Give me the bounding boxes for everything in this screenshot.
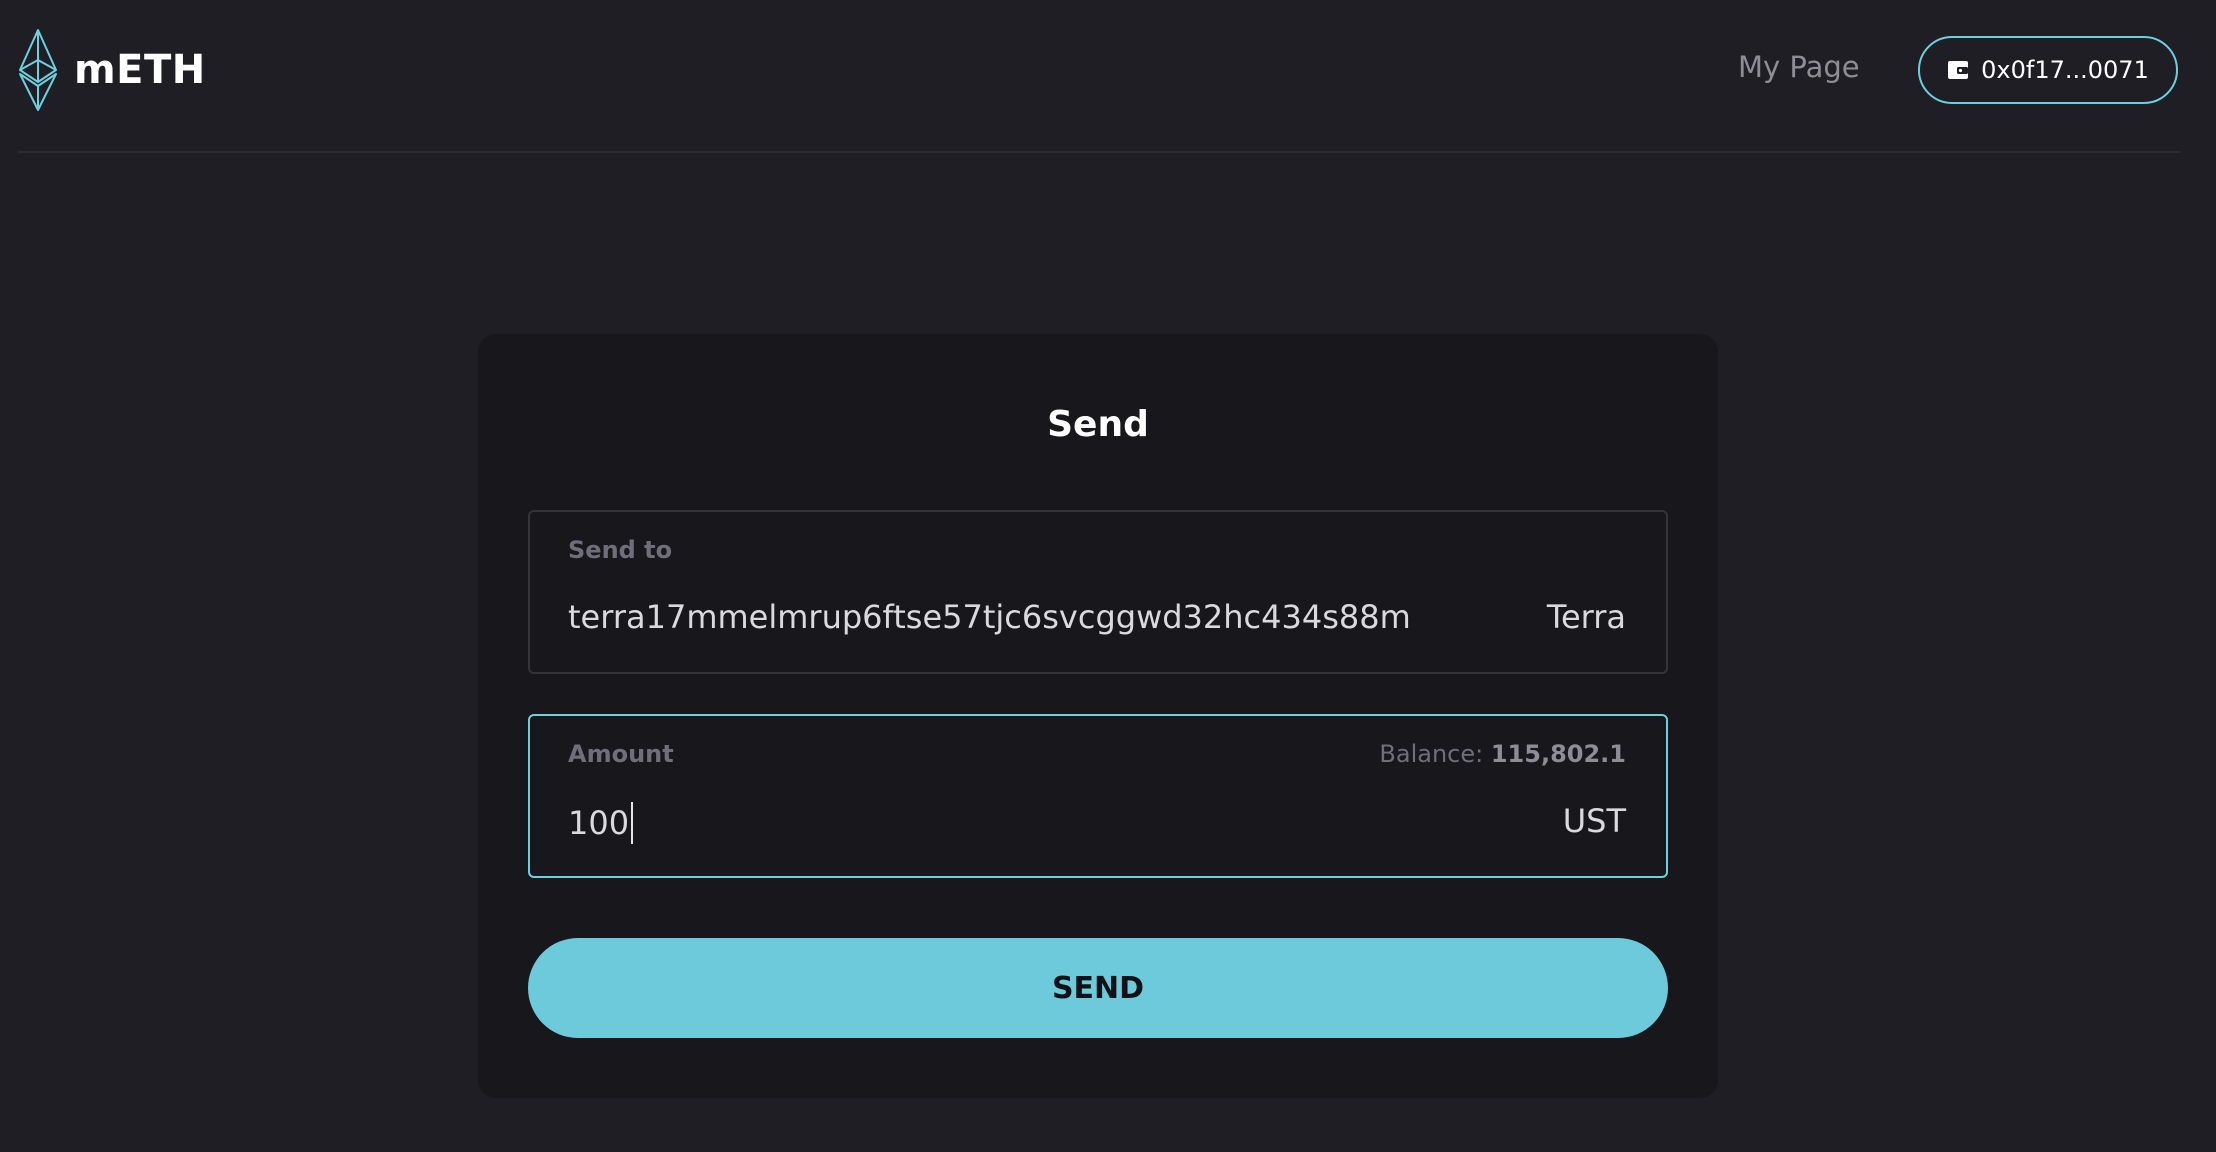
amount-input[interactable]: 100 <box>568 802 634 844</box>
balance-label: Balance: <box>1379 740 1484 768</box>
recipient-field[interactable]: Send to terra17mmelmrup6ftse57tjc6svcggw… <box>528 510 1668 674</box>
send-card-title: Send <box>1047 404 1149 445</box>
amount-label: Amount <box>568 740 674 768</box>
recipient-label: Send to <box>568 536 673 564</box>
brand-name: mETH <box>74 47 206 93</box>
recipient-input[interactable]: terra17mmelmrup6ftse57tjc6svcggwd32hc434… <box>568 598 1411 636</box>
amount-value: 100 <box>568 804 630 842</box>
wallet-icon <box>1948 61 1969 79</box>
amount-field[interactable]: Amount Balance: 115,802.1 100 UST <box>528 714 1668 878</box>
nav-my-page-link[interactable]: My Page <box>1738 50 1860 84</box>
header-divider <box>18 151 2180 153</box>
send-card: Send Send to terra17mmelmrup6ftse57tjc6s… <box>478 334 1718 1098</box>
amount-unit: UST <box>1562 802 1626 840</box>
balance-display: Balance: 115,802.1 <box>1379 740 1626 768</box>
recipient-address: terra17mmelmrup6ftse57tjc6svcggwd32hc434… <box>568 598 1411 636</box>
wallet-address-button[interactable]: 0x0f17...0071 <box>1918 36 2178 104</box>
brand-logo[interactable]: mETH <box>16 28 206 112</box>
top-header: mETH My Page 0x0f17...0071 <box>0 0 2216 152</box>
send-button[interactable]: SEND <box>528 938 1668 1038</box>
recipient-network: Terra <box>1546 598 1626 636</box>
wallet-address-text: 0x0f17...0071 <box>1981 56 2149 84</box>
ethereum-diamond-icon <box>19 29 57 111</box>
balance-value: 115,802.1 <box>1490 740 1626 768</box>
text-cursor <box>631 802 634 844</box>
